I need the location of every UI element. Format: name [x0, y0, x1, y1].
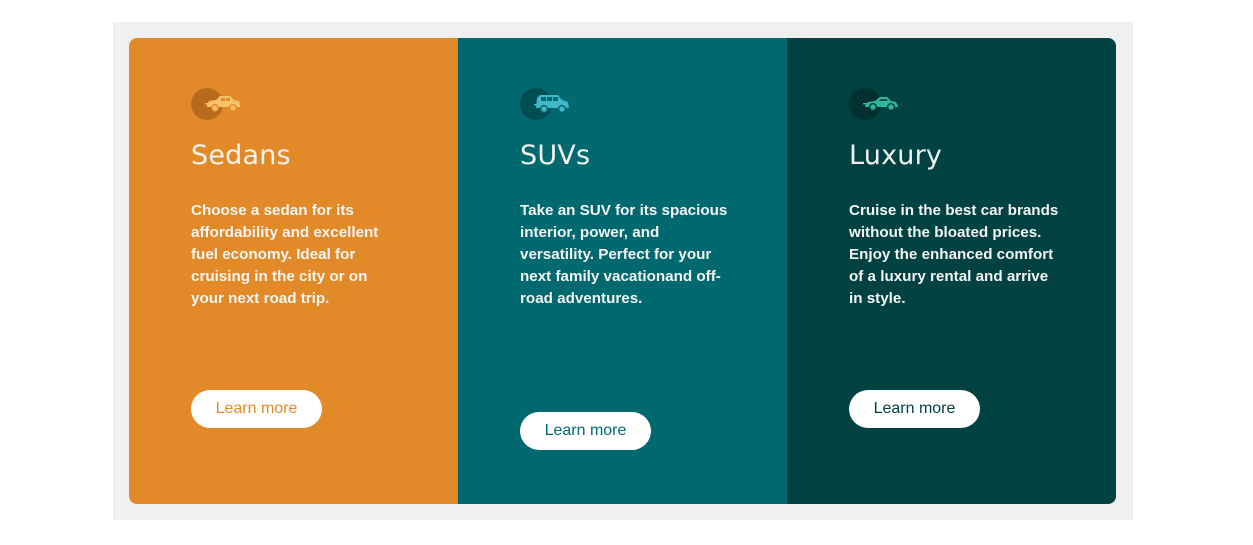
card-description: Cruise in the best car brands without th… — [849, 202, 1059, 307]
sedan-car-svg — [205, 96, 240, 112]
learn-more-button[interactable]: Learn more — [520, 412, 651, 450]
learn-more-button[interactable]: Learn more — [849, 390, 980, 428]
learn-more-button[interactable]: Learn more — [191, 390, 322, 428]
sedan-car-icon — [191, 88, 247, 120]
card-suvs: SUVs Take an SUV for its spacious interi… — [458, 38, 787, 504]
luxury-car-svg — [863, 97, 898, 112]
car-category-cards: Sedans Choose a sedan for its affordabil… — [129, 38, 1116, 504]
card-luxury: Luxury Cruise in the best car brands wit… — [787, 38, 1116, 504]
card-description: Take an SUV for its spacious interior, p… — [520, 202, 728, 307]
card-description: Choose a sedan for its affordability and… — [191, 202, 379, 307]
card-title: Sedans — [191, 140, 291, 171]
luxury-car-icon — [849, 88, 905, 120]
suv-car-icon — [520, 88, 576, 120]
card-title: Luxury — [849, 140, 943, 171]
card-title: SUVs — [520, 140, 591, 171]
suv-car-svg — [534, 95, 569, 114]
card-sedans: Sedans Choose a sedan for its affordabil… — [129, 38, 458, 504]
